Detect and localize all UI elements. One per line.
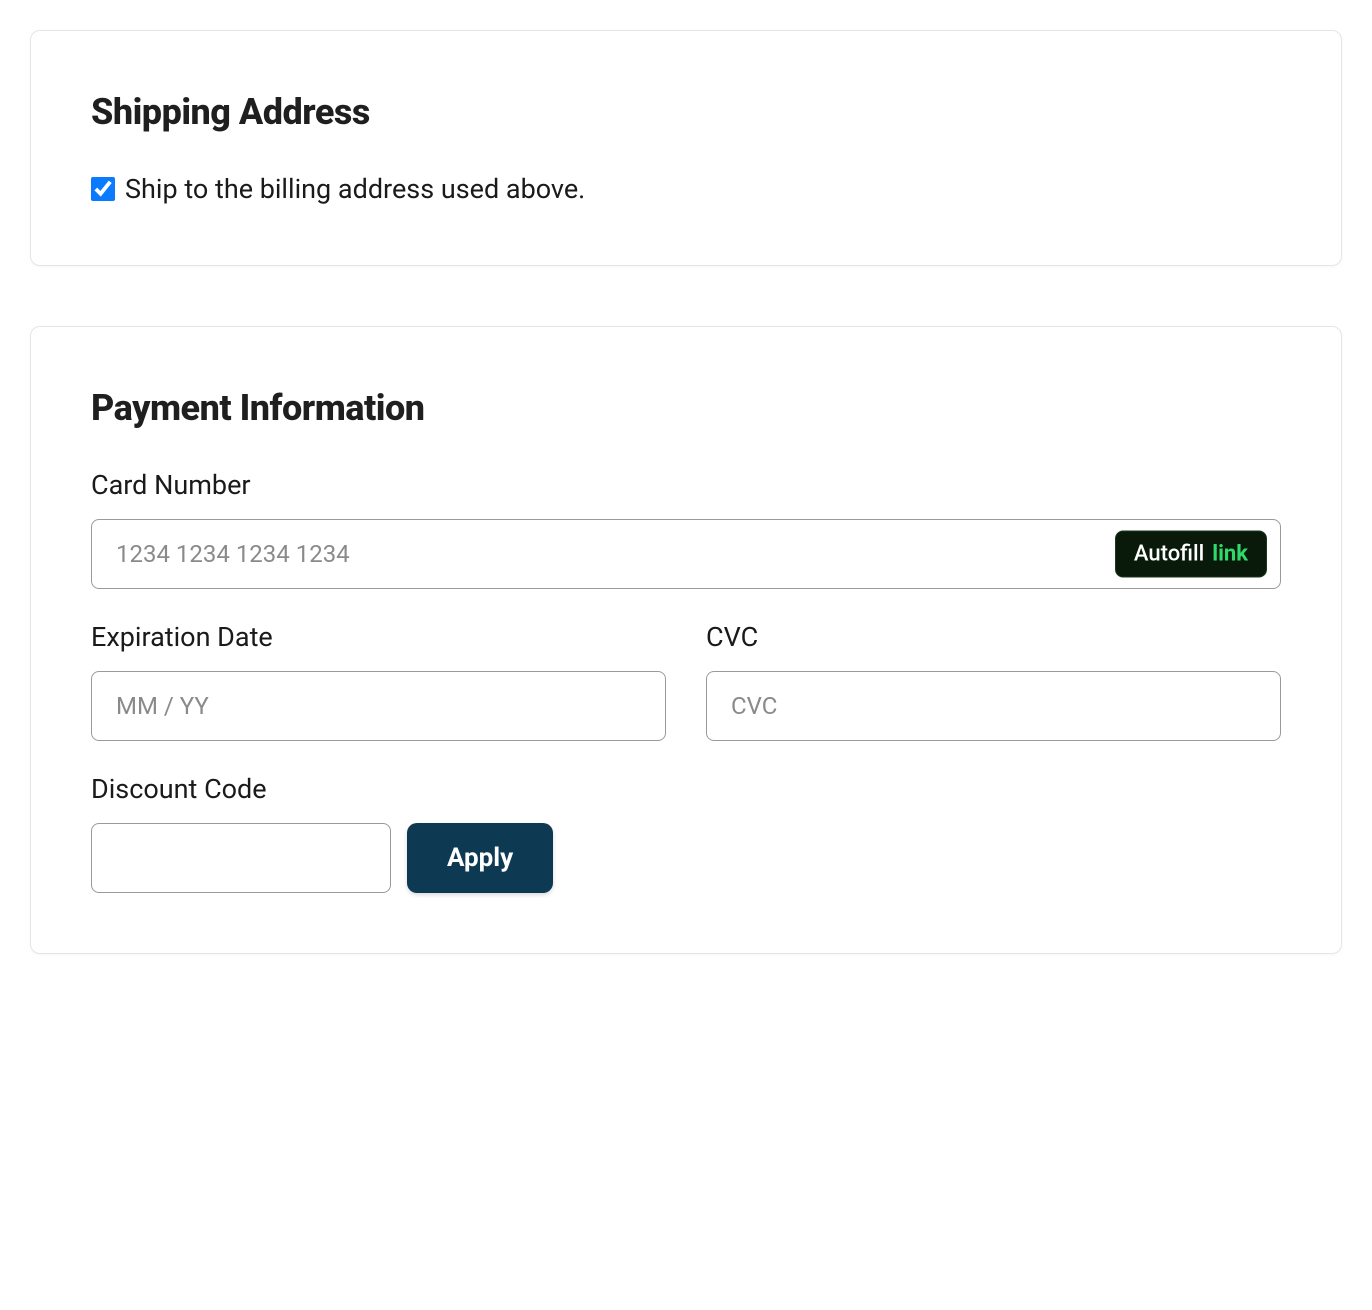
autofill-link-button[interactable]: Autofill link	[1115, 531, 1267, 578]
autofill-link-text: link	[1212, 542, 1248, 567]
ship-to-billing-row: Ship to the billing address used above.	[91, 173, 1281, 205]
ship-to-billing-label: Ship to the billing address used above.	[125, 173, 585, 205]
ship-to-billing-checkbox[interactable]	[91, 177, 115, 201]
shipping-address-card: Shipping Address Ship to the billing add…	[30, 30, 1342, 266]
cvc-input[interactable]	[706, 671, 1281, 741]
expiration-cvc-row: Expiration Date CVC	[91, 621, 1281, 773]
discount-row: Apply	[91, 823, 1281, 893]
discount-label: Discount Code	[91, 773, 1281, 805]
expiration-group: Expiration Date	[91, 621, 666, 741]
discount-input[interactable]	[91, 823, 391, 893]
card-number-label: Card Number	[91, 469, 1281, 501]
card-number-input[interactable]	[91, 519, 1281, 589]
payment-information-card: Payment Information Card Number Autofill…	[30, 326, 1342, 954]
shipping-address-title: Shipping Address	[91, 91, 1281, 133]
payment-information-title: Payment Information	[91, 387, 1281, 429]
apply-button[interactable]: Apply	[407, 823, 553, 893]
expiration-input[interactable]	[91, 671, 666, 741]
cvc-group: CVC	[706, 621, 1281, 741]
discount-group: Discount Code Apply	[91, 773, 1281, 893]
card-number-group: Card Number Autofill link	[91, 469, 1281, 589]
expiration-label: Expiration Date	[91, 621, 666, 653]
cvc-label: CVC	[706, 621, 1281, 653]
card-number-wrapper: Autofill link	[91, 519, 1281, 589]
autofill-text: Autofill	[1134, 542, 1204, 567]
